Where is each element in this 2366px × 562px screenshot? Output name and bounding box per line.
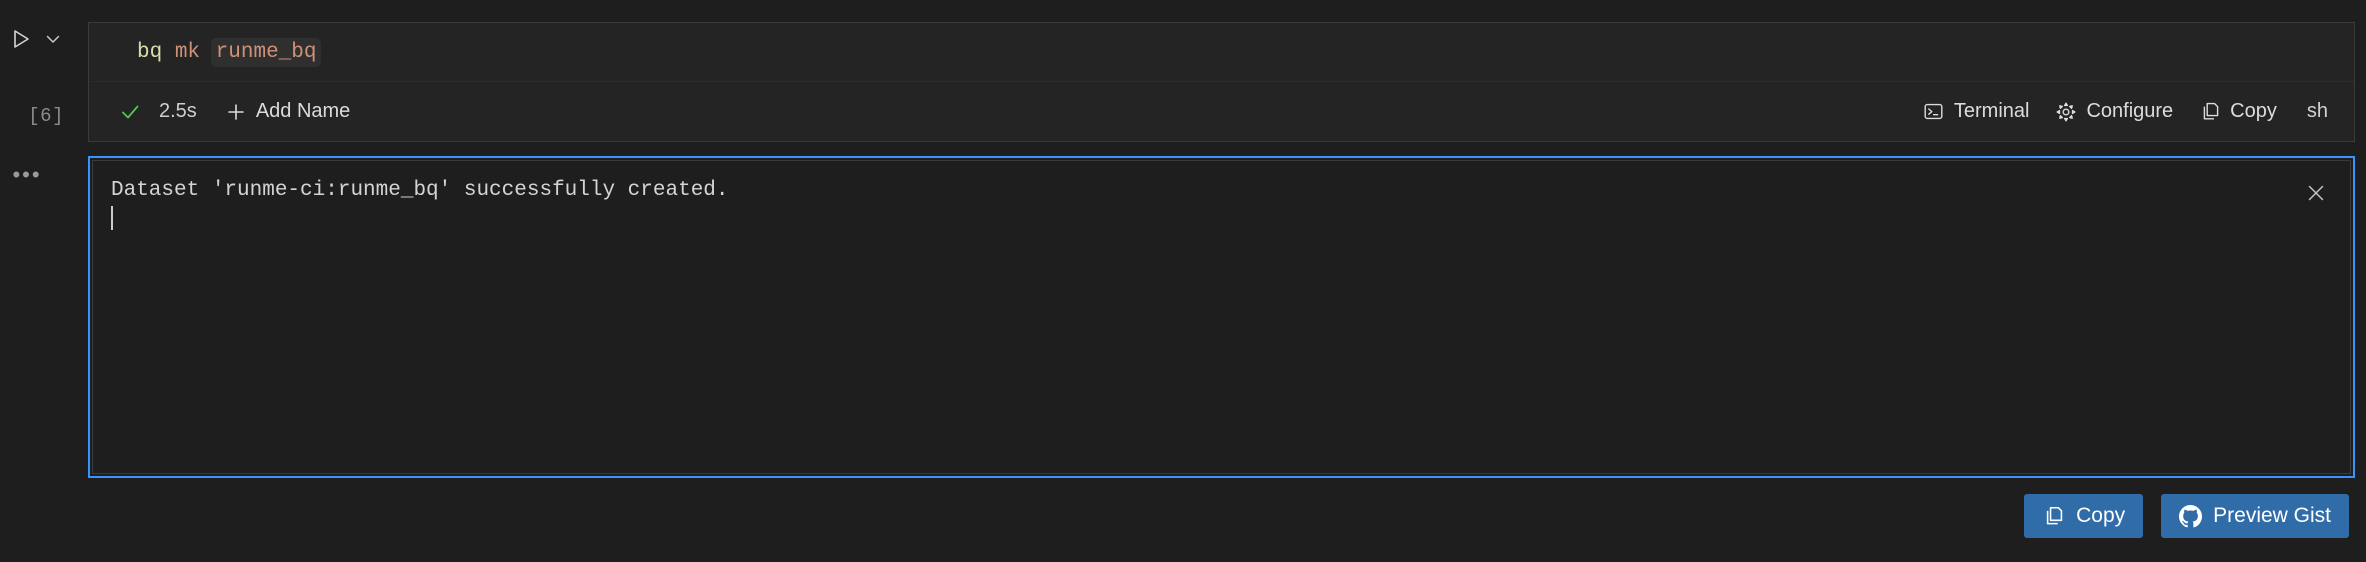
- gear-icon: [2055, 101, 2077, 123]
- add-name-button[interactable]: Add Name: [215, 95, 361, 128]
- code-editor-line[interactable]: bq mk runme_bq: [89, 23, 2354, 81]
- copy-icon: [2042, 505, 2065, 528]
- code-token-argument: runme_bq: [210, 37, 322, 67]
- cell-status-left: 2.5s Add Name: [117, 95, 360, 128]
- github-icon: [2179, 504, 2203, 528]
- copy-icon: [2199, 101, 2221, 123]
- cell-gutter: [6] •••: [0, 0, 88, 562]
- execution-count: [6]: [28, 105, 64, 127]
- code-token-command: bq: [137, 40, 163, 64]
- output-caret: [111, 206, 113, 230]
- run-cell-button[interactable]: [8, 26, 34, 52]
- execution-duration: 2.5s: [159, 100, 197, 122]
- terminal-button[interactable]: Terminal: [1913, 95, 2040, 128]
- close-icon[interactable]: [2300, 177, 2332, 209]
- output-text-line: Dataset 'runme-ci:runme_bq' successfully…: [111, 175, 729, 237]
- cell-output-panel[interactable]: Dataset 'runme-ci:runme_bq' successfully…: [88, 156, 2355, 478]
- preview-gist-button[interactable]: Preview Gist: [2161, 494, 2349, 538]
- terminal-icon: [1923, 101, 1945, 123]
- more-actions-button[interactable]: •••: [10, 162, 44, 188]
- output-text-value: Dataset 'runme-ci:runme_bq' successfully…: [111, 179, 729, 202]
- copy-button-toolbar[interactable]: Copy: [2189, 95, 2287, 128]
- copy-button-label: Copy: [2076, 504, 2126, 527]
- cell-language-label[interactable]: sh: [2293, 95, 2336, 128]
- chevron-down-icon[interactable]: [42, 28, 64, 50]
- preview-gist-label: Preview Gist: [2213, 504, 2331, 527]
- check-icon: [117, 99, 143, 125]
- copy-button[interactable]: Copy: [2024, 494, 2144, 538]
- configure-button[interactable]: Configure: [2045, 95, 2183, 128]
- code-cell[interactable]: bq mk runme_bq 2.5s Add Name Terminal Co…: [88, 22, 2355, 142]
- cell-status-right: Terminal Configure Copy sh: [1913, 95, 2336, 128]
- cell-status-bar: 2.5s Add Name Terminal Configure Copy sh: [89, 81, 2354, 141]
- code-token-subcommand: mk: [174, 40, 201, 64]
- cell-output-inner: Dataset 'runme-ci:runme_bq' successfully…: [92, 160, 2351, 474]
- notebook-cell-container: [6] ••• bq mk runme_bq 2.5s Add Name Ter…: [0, 0, 2366, 562]
- terminal-label: Terminal: [1953, 100, 2030, 122]
- plus-icon: [225, 101, 247, 123]
- run-controls: [8, 26, 64, 52]
- add-name-label: Add Name: [255, 100, 351, 122]
- copy-label-toolbar: Copy: [2230, 100, 2277, 122]
- output-actions-footer: Copy Preview Gist: [88, 494, 2355, 554]
- configure-label: Configure: [2086, 100, 2174, 122]
